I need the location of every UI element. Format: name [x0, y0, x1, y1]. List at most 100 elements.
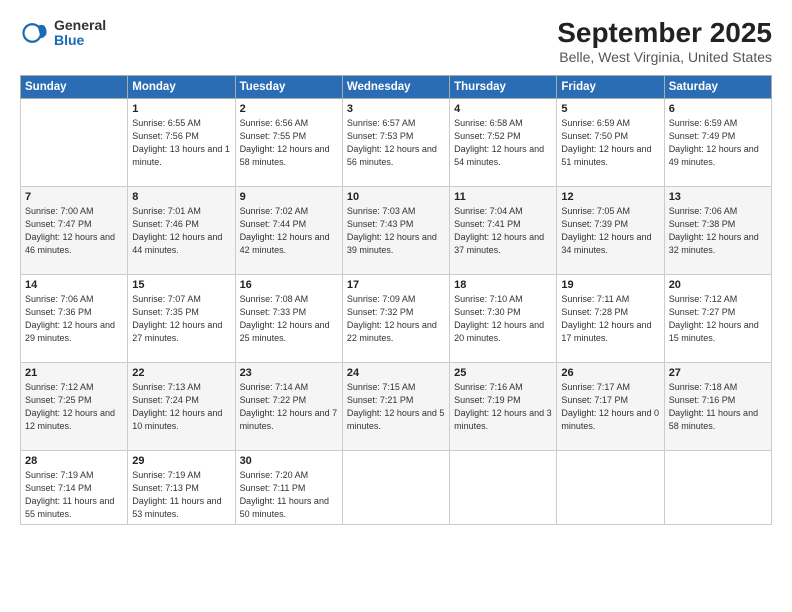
cell-sun-info: Sunrise: 7:06 AMSunset: 7:38 PMDaylight:… — [669, 205, 767, 257]
day-number: 9 — [240, 191, 338, 203]
calendar-cell: 17 Sunrise: 7:09 AMSunset: 7:32 PMDayligh… — [342, 274, 449, 362]
day-number: 21 — [25, 367, 123, 379]
cell-sun-info: Sunrise: 7:20 AMSunset: 7:11 PMDaylight:… — [240, 469, 338, 521]
day-number: 3 — [347, 103, 445, 115]
calendar-cell: 1 Sunrise: 6:55 AMSunset: 7:56 PMDaylight… — [128, 98, 235, 186]
cell-sun-info: Sunrise: 7:02 AMSunset: 7:44 PMDaylight:… — [240, 205, 338, 257]
cell-sun-info: Sunrise: 7:09 AMSunset: 7:32 PMDaylight:… — [347, 293, 445, 345]
header: General Blue September 2025 Belle, West … — [20, 18, 772, 65]
calendar-cell — [450, 450, 557, 524]
week-row-4: 28Sunrise: 7:19 AMSunset: 7:14 PMDayligh… — [21, 450, 772, 524]
calendar-cell: 23 Sunrise: 7:14 AMSunset: 7:22 PMDayligh… — [235, 362, 342, 450]
calendar-cell: 8 Sunrise: 7:01 AMSunset: 7:46 PMDaylight… — [128, 186, 235, 274]
day-number: 12 — [561, 191, 659, 203]
day-number: 23 — [240, 367, 338, 379]
cell-sun-info: Sunrise: 7:18 AMSunset: 7:16 PMDaylight:… — [669, 381, 767, 433]
day-number: 28 — [25, 455, 123, 467]
calendar-cell: 2 Sunrise: 6:56 AMSunset: 7:55 PMDaylight… — [235, 98, 342, 186]
calendar-cell: 16Sunrise: 7:08 AMSunset: 7:33 PMDayligh… — [235, 274, 342, 362]
calendar-cell: 28Sunrise: 7:19 AMSunset: 7:14 PMDayligh… — [21, 450, 128, 524]
calendar-table: SundayMondayTuesdayWednesdayThursdayFrid… — [20, 75, 772, 525]
day-number: 29 — [132, 455, 230, 467]
calendar-cell: 29 Sunrise: 7:19 AMSunset: 7:13 PMDayligh… — [128, 450, 235, 524]
day-number: 6 — [669, 103, 767, 115]
day-header-thursday: Thursday — [450, 75, 557, 98]
calendar-cell: 19 Sunrise: 7:11 AMSunset: 7:28 PMDayligh… — [557, 274, 664, 362]
page-title: September 2025 — [557, 18, 772, 49]
cell-sun-info: Sunrise: 7:15 AMSunset: 7:21 PMDaylight:… — [347, 381, 445, 433]
calendar-cell: 25 Sunrise: 7:16 AMSunset: 7:19 PMDayligh… — [450, 362, 557, 450]
cell-sun-info: Sunrise: 6:59 AMSunset: 7:49 PMDaylight:… — [669, 117, 767, 169]
cell-sun-info: Sunrise: 7:07 AMSunset: 7:35 PMDaylight:… — [132, 293, 230, 345]
day-header-friday: Friday — [557, 75, 664, 98]
day-number: 25 — [454, 367, 552, 379]
day-number: 26 — [561, 367, 659, 379]
cell-sun-info: Sunrise: 6:55 AMSunset: 7:56 PMDaylight:… — [132, 117, 230, 169]
cell-sun-info: Sunrise: 6:58 AMSunset: 7:52 PMDaylight:… — [454, 117, 552, 169]
cell-sun-info: Sunrise: 7:19 AMSunset: 7:13 PMDaylight:… — [132, 469, 230, 521]
calendar-cell: 24 Sunrise: 7:15 AMSunset: 7:21 PMDayligh… — [342, 362, 449, 450]
day-header-tuesday: Tuesday — [235, 75, 342, 98]
calendar-cell: 20 Sunrise: 7:12 AMSunset: 7:27 PMDayligh… — [664, 274, 771, 362]
cell-sun-info: Sunrise: 7:17 AMSunset: 7:17 PMDaylight:… — [561, 381, 659, 433]
day-number: 5 — [561, 103, 659, 115]
day-header-wednesday: Wednesday — [342, 75, 449, 98]
cell-sun-info: Sunrise: 7:06 AMSunset: 7:36 PMDaylight:… — [25, 293, 123, 345]
logo-text: General Blue — [54, 18, 106, 49]
header-row: SundayMondayTuesdayWednesdayThursdayFrid… — [21, 75, 772, 98]
calendar-cell: 10 Sunrise: 7:03 AMSunset: 7:43 PMDayligh… — [342, 186, 449, 274]
calendar-cell: 27Sunrise: 7:18 AMSunset: 7:16 PMDayligh… — [664, 362, 771, 450]
title-block: September 2025 Belle, West Virginia, Uni… — [557, 18, 772, 65]
cell-sun-info: Sunrise: 7:16 AMSunset: 7:19 PMDaylight:… — [454, 381, 552, 433]
day-number: 10 — [347, 191, 445, 203]
day-number: 30 — [240, 455, 338, 467]
cell-sun-info: Sunrise: 6:56 AMSunset: 7:55 PMDaylight:… — [240, 117, 338, 169]
calendar-header: SundayMondayTuesdayWednesdayThursdayFrid… — [21, 75, 772, 98]
calendar-cell — [342, 450, 449, 524]
cell-sun-info: Sunrise: 7:03 AMSunset: 7:43 PMDaylight:… — [347, 205, 445, 257]
calendar-cell: 14Sunrise: 7:06 AMSunset: 7:36 PMDayligh… — [21, 274, 128, 362]
day-number: 7 — [25, 191, 123, 203]
day-number: 18 — [454, 279, 552, 291]
page: General Blue September 2025 Belle, West … — [0, 0, 792, 612]
week-row-0: 1 Sunrise: 6:55 AMSunset: 7:56 PMDaylight… — [21, 98, 772, 186]
cell-sun-info: Sunrise: 7:14 AMSunset: 7:22 PMDaylight:… — [240, 381, 338, 433]
week-row-3: 21 Sunrise: 7:12 AMSunset: 7:25 PMDayligh… — [21, 362, 772, 450]
calendar-cell: 7Sunrise: 7:00 AMSunset: 7:47 PMDaylight… — [21, 186, 128, 274]
calendar-cell — [21, 98, 128, 186]
logo: General Blue — [20, 18, 106, 49]
cell-sun-info: Sunrise: 7:05 AMSunset: 7:39 PMDaylight:… — [561, 205, 659, 257]
calendar-cell: 21 Sunrise: 7:12 AMSunset: 7:25 PMDayligh… — [21, 362, 128, 450]
day-number: 24 — [347, 367, 445, 379]
cell-sun-info: Sunrise: 7:10 AMSunset: 7:30 PMDaylight:… — [454, 293, 552, 345]
day-number: 20 — [669, 279, 767, 291]
day-number: 2 — [240, 103, 338, 115]
calendar-cell — [664, 450, 771, 524]
cell-sun-info: Sunrise: 6:59 AMSunset: 7:50 PMDaylight:… — [561, 117, 659, 169]
week-row-1: 7Sunrise: 7:00 AMSunset: 7:47 PMDaylight… — [21, 186, 772, 274]
cell-sun-info: Sunrise: 6:57 AMSunset: 7:53 PMDaylight:… — [347, 117, 445, 169]
cell-sun-info: Sunrise: 7:13 AMSunset: 7:24 PMDaylight:… — [132, 381, 230, 433]
cell-sun-info: Sunrise: 7:12 AMSunset: 7:27 PMDaylight:… — [669, 293, 767, 345]
calendar-cell: 22 Sunrise: 7:13 AMSunset: 7:24 PMDayligh… — [128, 362, 235, 450]
day-number: 8 — [132, 191, 230, 203]
cell-sun-info: Sunrise: 7:12 AMSunset: 7:25 PMDaylight:… — [25, 381, 123, 433]
calendar-cell: 15Sunrise: 7:07 AMSunset: 7:35 PMDayligh… — [128, 274, 235, 362]
calendar-cell: 6 Sunrise: 6:59 AMSunset: 7:49 PMDaylight… — [664, 98, 771, 186]
day-number: 19 — [561, 279, 659, 291]
day-number: 22 — [132, 367, 230, 379]
logo-line2: Blue — [54, 33, 106, 48]
logo-line1: General — [54, 18, 106, 33]
calendar-cell: 30 Sunrise: 7:20 AMSunset: 7:11 PMDayligh… — [235, 450, 342, 524]
cell-sun-info: Sunrise: 7:01 AMSunset: 7:46 PMDaylight:… — [132, 205, 230, 257]
calendar-cell: 12 Sunrise: 7:05 AMSunset: 7:39 PMDayligh… — [557, 186, 664, 274]
day-number: 4 — [454, 103, 552, 115]
day-number: 11 — [454, 191, 552, 203]
calendar-cell: 26 Sunrise: 7:17 AMSunset: 7:17 PMDayligh… — [557, 362, 664, 450]
calendar-cell: 18 Sunrise: 7:10 AMSunset: 7:30 PMDayligh… — [450, 274, 557, 362]
day-number: 1 — [132, 103, 230, 115]
day-number: 17 — [347, 279, 445, 291]
calendar-body: 1 Sunrise: 6:55 AMSunset: 7:56 PMDaylight… — [21, 98, 772, 524]
cell-sun-info: Sunrise: 7:11 AMSunset: 7:28 PMDaylight:… — [561, 293, 659, 345]
calendar-cell: 4 Sunrise: 6:58 AMSunset: 7:52 PMDaylight… — [450, 98, 557, 186]
